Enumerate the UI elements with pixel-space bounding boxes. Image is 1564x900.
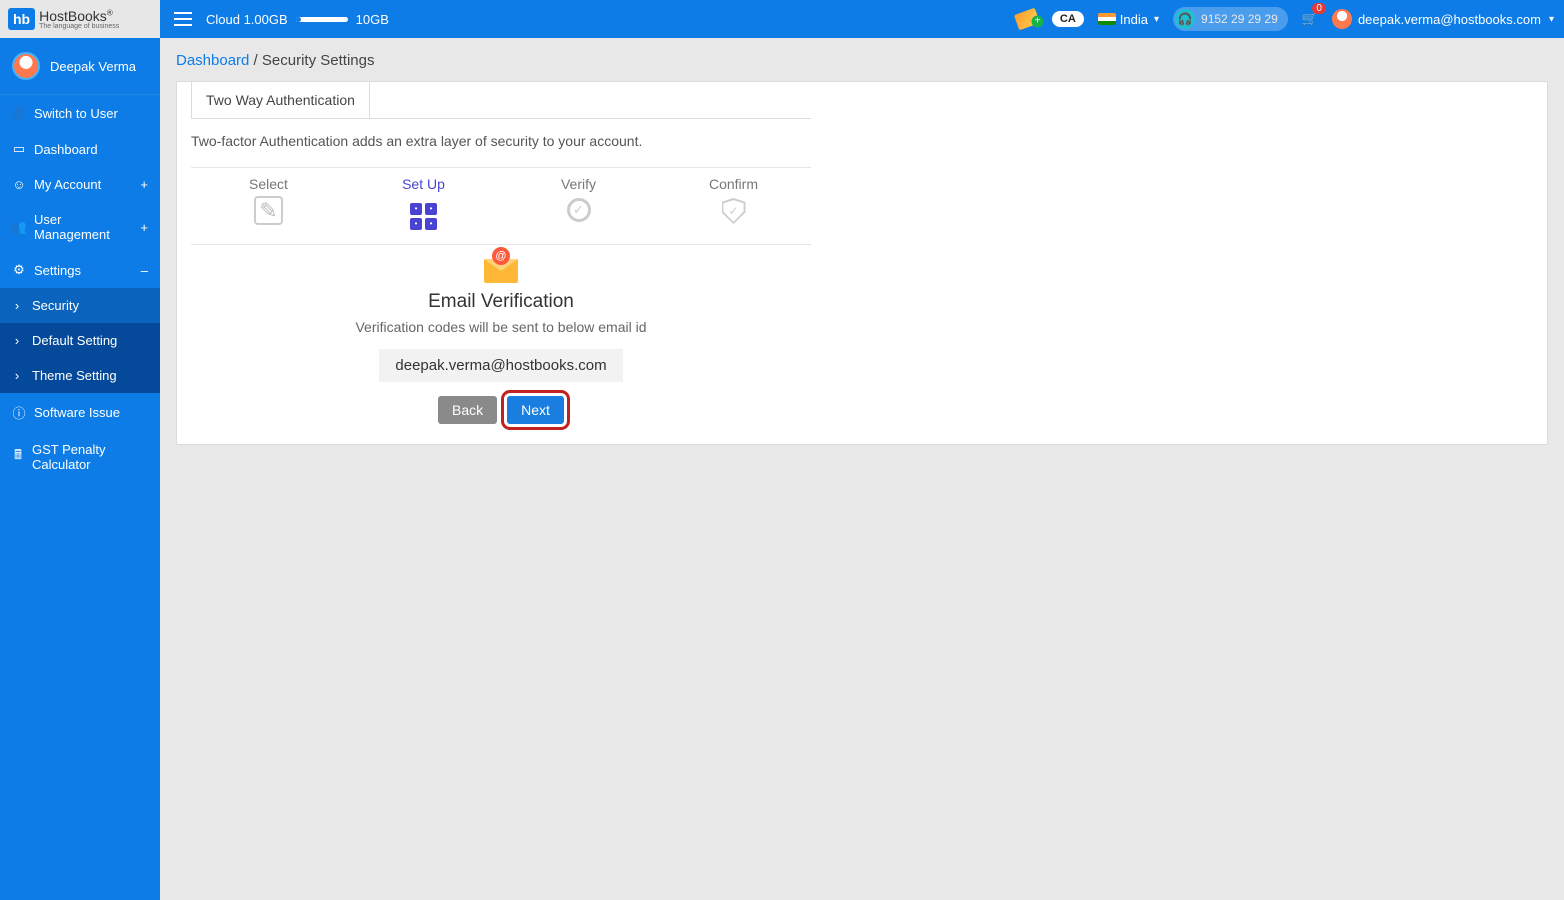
sidebar-item-my-account[interactable]: ☺ My Account +: [0, 167, 160, 202]
shield-icon: [722, 198, 746, 224]
expand-icon: +: [140, 177, 148, 192]
sidebar-item-label: Theme Setting: [32, 368, 117, 383]
step-label: Select: [191, 176, 346, 192]
step-verify: Verify ✓: [501, 176, 656, 230]
sidebar: Deepak Verma 👤 Switch to User ▭ Dashboar…: [0, 38, 160, 900]
sidebar-item-switch-user[interactable]: 👤 Switch to User: [0, 95, 160, 131]
sidebar-item-label: Dashboard: [34, 142, 98, 157]
dashboard-icon: ▭: [12, 141, 26, 157]
storage-progress-bar: [296, 17, 348, 22]
sidebar-item-label: Settings: [34, 263, 81, 278]
sidebar-item-label: Software Issue: [34, 405, 120, 420]
chevron-down-icon: ▾: [1154, 14, 1159, 25]
flag-icon: [1098, 13, 1116, 25]
avatar-icon: [1332, 9, 1352, 29]
breadcrumb-current: Security Settings: [262, 52, 375, 69]
verification-email: deepak.verma@hostbooks.com: [379, 349, 622, 382]
sidebar-item-settings[interactable]: ⚙ Settings –: [0, 252, 160, 288]
country-label: India: [1120, 12, 1148, 27]
back-button[interactable]: Back: [438, 396, 497, 424]
step-label: Verify: [501, 176, 656, 192]
cart-icon[interactable]: 🛒 0: [1302, 11, 1318, 27]
avatar-icon: [12, 52, 40, 80]
chevron-down-icon: ▾: [1549, 14, 1554, 25]
menu-toggle-icon[interactable]: [174, 12, 192, 26]
sidebar-item-security[interactable]: › Security: [0, 288, 160, 323]
support-phone[interactable]: 🎧 9152 29 29 29: [1173, 7, 1288, 31]
users-icon: 👥: [12, 219, 26, 235]
country-selector[interactable]: India ▾: [1098, 12, 1159, 27]
sidebar-item-label: My Account: [34, 177, 101, 192]
cloud-total-label: 10GB: [356, 12, 389, 27]
cart-badge: 0: [1312, 3, 1326, 14]
sidebar-item-dashboard[interactable]: ▭ Dashboard: [0, 131, 160, 167]
sidebar-settings-submenu: › Security › Default Setting › Theme Set…: [0, 288, 160, 393]
logo-badge: hb: [8, 8, 35, 30]
sidebar-item-label: Default Setting: [32, 333, 117, 348]
main-content: Dashboard / Security Settings Two Way Au…: [160, 38, 1564, 900]
step-setup: Set Up ••••: [346, 176, 501, 230]
calculator-icon: 🖩: [12, 446, 24, 468]
check-circle-icon: ✓: [567, 198, 591, 222]
sidebar-item-label: GST Penalty Calculator: [32, 442, 148, 472]
sidebar-item-label: User Management: [34, 212, 132, 242]
grid-icon: ••••: [410, 203, 437, 230]
user-icon: 👤: [12, 105, 26, 121]
logo-text: HostBooks® The language of business: [39, 9, 119, 30]
email-verification-block: @ Email Verification Verification codes …: [191, 259, 811, 424]
step-confirm: Confirm: [656, 176, 811, 230]
verification-title: Email Verification: [191, 291, 811, 313]
sidebar-item-default-setting[interactable]: › Default Setting: [0, 323, 160, 358]
wizard-steps: Select ✎ Set Up •••• Verify ✓ Confirm: [191, 167, 811, 245]
profile-name: Deepak Verma: [50, 59, 136, 74]
step-label: Confirm: [656, 176, 811, 192]
sidebar-item-theme-setting[interactable]: › Theme Setting: [0, 358, 160, 393]
sidebar-item-label: Security: [32, 298, 79, 313]
user-email-label: deepak.verma@hostbooks.com: [1358, 12, 1541, 27]
account-icon: ☺: [12, 177, 26, 192]
tab-two-way-auth[interactable]: Two Way Authentication: [191, 81, 370, 118]
sidebar-item-label: Switch to User: [34, 106, 118, 121]
sidebar-item-user-management[interactable]: 👥 User Management +: [0, 202, 160, 252]
top-bar: hb HostBooks® The language of business C…: [0, 0, 1564, 38]
verification-subtitle: Verification codes will be sent to below…: [191, 319, 811, 335]
expand-icon: +: [140, 220, 148, 235]
chevron-right-icon: ›: [10, 368, 24, 383]
ticket-icon[interactable]: [1014, 8, 1040, 31]
security-panel: Two Way Authentication Two-factor Authen…: [176, 81, 1548, 445]
sidebar-item-software-issue[interactable]: ⓘ Software Issue: [0, 393, 160, 432]
info-icon: ⓘ: [12, 403, 26, 422]
collapse-icon: –: [141, 263, 148, 278]
panel-description: Two-factor Authentication adds an extra …: [191, 133, 811, 149]
step-label: Set Up: [346, 176, 501, 192]
next-button[interactable]: Next: [507, 396, 564, 424]
sidebar-item-gst-calculator[interactable]: 🖩 GST Penalty Calculator: [0, 432, 160, 482]
chevron-right-icon: ›: [10, 298, 24, 313]
headset-icon: 🎧: [1175, 9, 1195, 29]
cloud-used-label: Cloud 1.00GB: [206, 12, 288, 27]
chevron-right-icon: ›: [10, 333, 24, 348]
logo-main: HostBooks: [39, 8, 107, 24]
edit-icon: ✎: [254, 196, 282, 225]
support-phone-label: 9152 29 29 29: [1201, 12, 1278, 26]
gear-icon: ⚙: [12, 262, 26, 278]
breadcrumb: Dashboard / Security Settings: [176, 52, 1548, 69]
step-select: Select ✎: [191, 176, 346, 230]
logo[interactable]: hb HostBooks® The language of business: [0, 0, 160, 38]
sidebar-profile[interactable]: Deepak Verma: [0, 38, 160, 95]
logo-tagline: The language of business: [39, 23, 119, 30]
mail-icon: @: [484, 259, 518, 283]
breadcrumb-sep: /: [249, 52, 262, 69]
breadcrumb-root-link[interactable]: Dashboard: [176, 52, 249, 69]
user-menu[interactable]: deepak.verma@hostbooks.com ▾: [1332, 9, 1554, 29]
ca-badge[interactable]: CA: [1052, 11, 1084, 27]
